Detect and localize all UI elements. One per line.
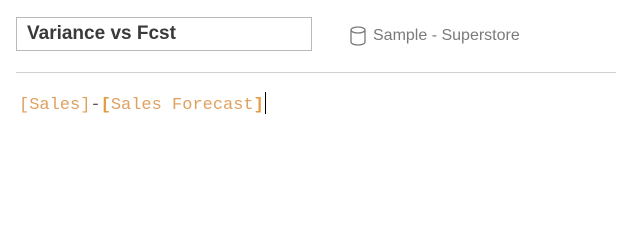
calculation-editor-dialog: Sample - Superstore [Sales]-[Sales Forec…	[0, 0, 628, 252]
formula-field-sales-forecast: Sales Forecast	[110, 96, 254, 115]
database-icon	[349, 25, 367, 47]
calculation-name-input[interactable]	[16, 17, 312, 51]
divider	[16, 72, 616, 73]
formula-field-sales: [Sales]	[19, 96, 91, 115]
formula-operator: -	[90, 96, 101, 115]
datasource-label: Sample - Superstore	[373, 27, 520, 44]
datasource-indicator: Sample - Superstore	[349, 25, 520, 47]
formula-bracket-open: [	[100, 96, 111, 115]
formula-bracket-close: ]	[253, 96, 264, 115]
formula-editor[interactable]: [Sales]-[Sales Forecast]	[16, 80, 616, 240]
text-caret	[264, 92, 266, 114]
